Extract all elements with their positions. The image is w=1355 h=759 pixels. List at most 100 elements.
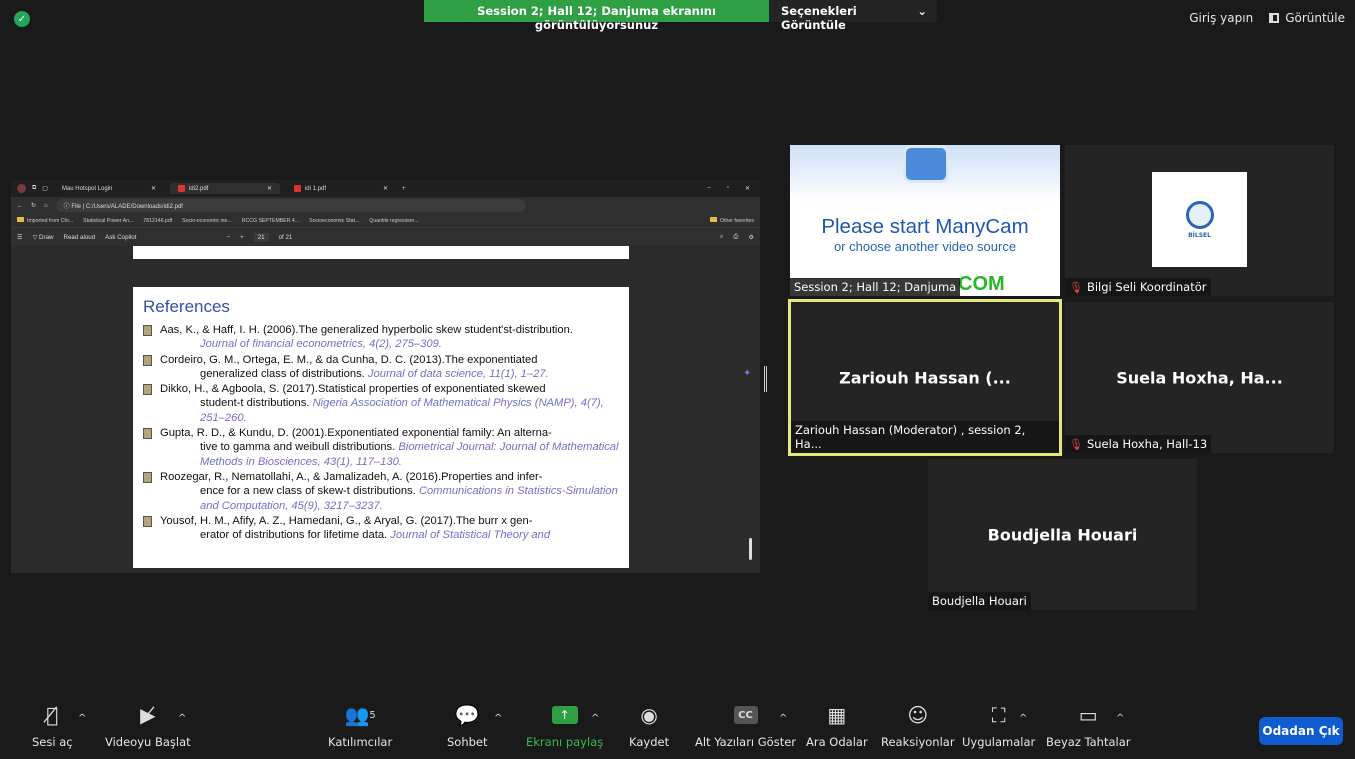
favorite-item[interactable]: Socio-economic ine... <box>182 218 232 224</box>
view-options-button[interactable]: Seçenekleri Görüntüle ⌄ <box>769 0 937 32</box>
reference-entry: Cordeiro, G. M., Ortega, E. M., & da Cun… <box>143 353 619 382</box>
captions-options-chevron-icon[interactable]: ^ <box>779 713 787 724</box>
url-field[interactable]: ⓘ File | C:/Users/ALADE/Downloads/idi2.p… <box>55 199 526 212</box>
close-window-icon[interactable]: ✕ <box>745 185 750 192</box>
reference-line: Cordeiro, G. M., Ortega, E. M., & da Cun… <box>160 353 538 366</box>
pdf-toolbar: ☰ ▽ Draw Read aloud Ask Copilot − + 21 o… <box>11 228 760 246</box>
video-options-chevron-icon[interactable]: ^ <box>178 713 186 724</box>
new-tab-icon[interactable]: + <box>402 186 406 192</box>
video-tile-zariouh[interactable]: Zariouh Hassan (... Zariouh Hassan (Mode… <box>788 299 1062 456</box>
draw-button[interactable]: ▽ Draw <box>33 234 54 241</box>
reference-entry: Aas, K., & Haff, I. H. (2006).The genera… <box>143 323 619 352</box>
resize-handle[interactable] <box>764 366 767 392</box>
muted-mic-icon: 🎙 <box>1069 437 1083 451</box>
logo-text: BİLSEL <box>1188 231 1211 239</box>
reactions-button[interactable]: ☺ Reaksiyonlar <box>881 700 955 749</box>
start-video-button[interactable]: ▶̸ Videoyu Başlat <box>105 700 191 749</box>
profile-avatar[interactable] <box>17 184 26 193</box>
favorite-item[interactable]: Statistical Power An... <box>83 218 133 224</box>
layout-icon <box>1269 13 1280 23</box>
participants-count: 5 <box>369 709 376 721</box>
apps-options-chevron-icon[interactable]: ^ <box>1019 713 1027 724</box>
minimize-icon[interactable]: – <box>707 185 710 192</box>
video-tile-danjuma[interactable]: Please start ManyCam or choose another v… <box>790 145 1060 296</box>
video-tile-suela[interactable]: Suela Hoxha, Ha... 🎙 Suela Hoxha, Hall-1… <box>1065 302 1334 453</box>
file-label: File <box>71 204 81 210</box>
reference-line: Roozegar, R., Nematollahi, A., & Jamaliz… <box>160 470 543 483</box>
pdf-page: References Aas, K., & Haff, I. H. (2006)… <box>133 287 629 568</box>
reference-text: Aas, K., & Haff, I. H. (2006).The genera… <box>160 323 619 352</box>
video-tile-boudjella[interactable]: Boudjella Houari Boudjella Houari <box>928 459 1197 610</box>
reference-continuation: ence for a new class of skew-t distribut… <box>160 484 619 513</box>
favorite-item[interactable]: 7812146.pdf <box>143 218 172 224</box>
security-shield-icon[interactable]: ✓ <box>14 11 30 27</box>
reference-text: Cordeiro, G. M., Ortega, E. M., & da Cun… <box>160 353 619 382</box>
reference-text: Gupta, R. D., & Kundu, D. (2001).Exponen… <box>160 426 619 469</box>
tile-name-label: Zariouh Hassan (Moderator) , session 2, … <box>791 421 1059 453</box>
tab-actions-icon[interactable]: ▢ <box>42 185 48 192</box>
zoom-out-icon[interactable]: − <box>226 234 230 241</box>
share-screen-button[interactable]: ↑ Ekranı paylaş <box>526 700 603 749</box>
reference-entry: Dikko, H., & Agboola, S. (2017).Statisti… <box>143 382 619 425</box>
page-number-input[interactable]: 21 <box>253 232 269 242</box>
video-tile-bilsel[interactable]: BİLSEL 🎙 Bilgi Seli Koordinatör <box>1065 145 1334 296</box>
signin-button[interactable]: Giriş yapın <box>1189 11 1253 25</box>
favorite-item[interactable]: Imported from Chr... <box>17 217 73 224</box>
document-icon <box>143 354 152 366</box>
leave-room-button[interactable]: Odadan Çık <box>1259 717 1343 745</box>
document-icon <box>143 384 152 396</box>
contents-icon[interactable]: ☰ <box>17 234 23 241</box>
address-bar: ← ↻ ⌂ ⓘ File | C:/Users/ALADE/Downloads/… <box>11 197 760 214</box>
tab-label: Mau Hotspot Login <box>61 185 113 192</box>
search-icon[interactable]: ⌕ <box>720 233 723 241</box>
zoom-in-icon[interactable]: + <box>240 234 244 241</box>
apps-button[interactable]: ⛶ Uygulamalar <box>962 700 1035 749</box>
scrollbar-thumb[interactable] <box>749 538 752 560</box>
other-favorites[interactable]: Other favorites <box>709 217 754 224</box>
reference-line: erator of distributions for lifetime dat… <box>200 529 388 542</box>
share-options-chevron-icon[interactable]: ^ <box>591 713 599 724</box>
view-options-label: Seçenekleri Görüntüle <box>781 4 857 32</box>
print-icon[interactable]: ⎙ <box>733 233 738 241</box>
breakout-rooms-button[interactable]: ▦ Ara Odalar <box>806 700 868 749</box>
unmute-button[interactable]: 🎙̸ Sesi aç <box>32 700 73 749</box>
ask-copilot-button[interactable]: Ask Copilot <box>105 234 136 241</box>
settings-icon[interactable]: ⚙ <box>748 234 754 241</box>
reference-entry: Yousof, H. M., Afify, A. Z., Hamedani, G… <box>143 514 619 543</box>
reactions-label: Reaksiyonlar <box>881 735 955 749</box>
favorite-item[interactable]: Quantile regression... <box>369 218 418 224</box>
close-icon[interactable]: ✕ <box>151 185 156 192</box>
tab-idi1[interactable]: idi 1.pdf ✕ <box>286 183 396 194</box>
pdf-icon <box>293 185 301 192</box>
tab-idi2[interactable]: idi2.pdf ✕ <box>169 183 280 194</box>
tab-hotspot[interactable]: Mau Hotspot Login ✕ <box>54 183 164 194</box>
reference-line: Dikko, H., & Agboola, S. (2017).Statisti… <box>160 383 546 396</box>
copilot-sparkle-icon[interactable]: ✦ <box>743 368 751 379</box>
chat-button[interactable]: 💬 Sohbet <box>447 700 488 749</box>
chat-options-chevron-icon[interactable]: ^ <box>494 713 502 724</box>
home-icon[interactable]: ⌂ <box>44 203 48 209</box>
record-icon: ◉ <box>640 703 658 727</box>
favorite-item[interactable]: RCCG SEPTEMBER 4... <box>242 218 299 224</box>
maximize-icon[interactable]: ▫ <box>727 185 729 192</box>
workspaces-icon[interactable]: ⧉ <box>32 185 36 192</box>
reference-continuation: generalized class of distributions. Jour… <box>160 367 619 381</box>
tile-name-label: 🎙 Bilgi Seli Koordinatör <box>1065 278 1211 296</box>
whiteboard-button[interactable]: ▭ Beyaz Tahtalar <box>1046 700 1131 749</box>
record-button[interactable]: ◉ Kaydet <box>629 700 669 749</box>
audio-options-chevron-icon[interactable]: ^ <box>78 713 86 724</box>
back-icon[interactable]: ← <box>17 203 23 209</box>
pdf-viewport[interactable]: References Aas, K., & Haff, I. H. (2006)… <box>11 246 760 573</box>
favorite-item[interactable]: Socioeconomic Stat... <box>309 218 359 224</box>
view-button-label: Görüntüle <box>1285 11 1345 25</box>
tile-name-text: Bilgi Seli Koordinatör <box>1086 280 1207 294</box>
page-count: of 21 <box>278 233 293 241</box>
refresh-icon[interactable]: ↻ <box>31 202 36 209</box>
captions-button[interactable]: CC Alt Yazıları Göster <box>695 700 796 749</box>
read-aloud-button[interactable]: Read aloud <box>64 234 96 241</box>
whiteboard-options-chevron-icon[interactable]: ^ <box>1116 713 1124 724</box>
close-icon[interactable]: ✕ <box>267 185 272 192</box>
close-icon[interactable]: ✕ <box>383 185 388 192</box>
view-button[interactable]: Görüntüle <box>1269 11 1345 25</box>
participants-button[interactable]: 👥 5 Katılımcılar <box>328 700 392 749</box>
